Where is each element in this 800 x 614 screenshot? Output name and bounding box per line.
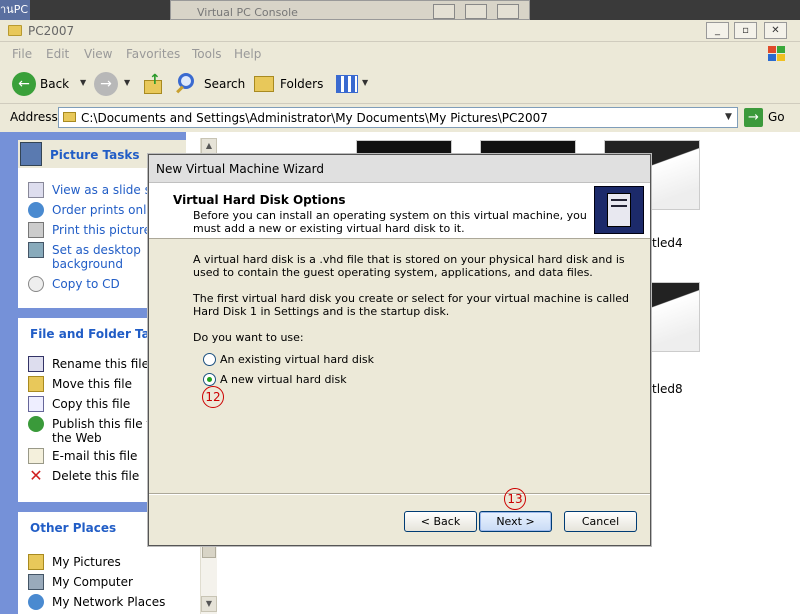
menu-file[interactable]: File: [12, 47, 32, 61]
go-label: Go: [768, 110, 785, 124]
wizard-heading: Virtual Hard Disk Options: [173, 193, 346, 207]
go-arrow-icon: →: [744, 108, 763, 127]
printer-icon: [28, 222, 44, 238]
other-places-title: Other Places: [30, 521, 117, 535]
go-button[interactable]: → Go: [744, 107, 794, 128]
forward-button[interactable]: → ▼: [92, 72, 136, 96]
step-callout-13: 13: [504, 488, 526, 510]
console-window: Virtual PC Console: [170, 0, 530, 20]
cd-icon: [28, 276, 44, 292]
wizard-header: Virtual Hard Disk Options Before you can…: [149, 183, 650, 239]
toolbar: ← Back ▼ → ▼ ↑ Search Folders ▼: [0, 64, 800, 104]
picture-tasks-title: Picture Tasks: [50, 148, 140, 162]
folders-button[interactable]: Folders: [252, 72, 324, 96]
my-computer-icon: [28, 574, 44, 590]
folders-icon: [254, 76, 274, 92]
search-button[interactable]: Search: [176, 72, 246, 96]
thumbnail-caption: tled4: [652, 236, 683, 250]
wizard-titlebar: New Virtual Machine Wizard: [149, 155, 650, 183]
hard-disk-icon: [594, 186, 644, 234]
address-value: C:\Documents and Settings\Administrator\…: [81, 111, 548, 125]
forward-dropdown-icon[interactable]: ▼: [124, 78, 130, 87]
views-dropdown-icon: ▼: [362, 78, 369, 87]
search-label: Search: [204, 77, 246, 91]
forward-arrow-icon: →: [94, 72, 118, 96]
back-arrow-icon: ←: [12, 72, 36, 96]
menu-tools[interactable]: Tools: [192, 47, 222, 61]
address-folder-icon: [63, 112, 76, 122]
back-label: Back: [40, 77, 70, 91]
close-button[interactable]: ✕: [764, 22, 787, 39]
folders-label: Folders: [280, 77, 324, 91]
menu-edit[interactable]: Edit: [46, 47, 69, 61]
views-icon: [336, 75, 358, 93]
email-icon: [28, 448, 44, 464]
globe-icon: [28, 202, 44, 218]
wizard-dialog: New Virtual Machine Wizard Virtual Hard …: [148, 154, 651, 546]
description-paragraph: A virtual hard disk is a .vhd file that …: [193, 253, 625, 279]
move-icon: [28, 376, 44, 392]
desktop-icon: [28, 242, 44, 258]
radio-button[interactable]: [203, 353, 216, 366]
wizard-body: A virtual hard disk is a .vhd file that …: [149, 239, 650, 501]
console-title: Virtual PC Console: [197, 6, 298, 19]
my-pictures-icon: [28, 554, 44, 570]
views-button[interactable]: ▼: [334, 72, 370, 96]
console-minimize-button[interactable]: [433, 4, 455, 19]
background-window-title: านPC: [0, 0, 30, 20]
window-title: PC2007: [28, 24, 75, 38]
wizard-separator: [149, 493, 650, 495]
menu-bar: File Edit View Favorites Tools Help: [0, 42, 800, 64]
menu-help[interactable]: Help: [234, 47, 261, 61]
step-callout-12: 12: [202, 386, 224, 408]
back-button[interactable]: < Back: [404, 511, 477, 532]
back-dropdown-icon[interactable]: ▼: [80, 78, 86, 87]
address-dropdown-icon[interactable]: ▼: [721, 109, 736, 126]
next-button[interactable]: Next >: [479, 511, 552, 532]
thumbnail-caption: tled8: [652, 382, 683, 396]
rename-icon: [28, 356, 44, 372]
copy-icon: [28, 396, 44, 412]
description-paragraph: The first virtual hard disk you create o…: [193, 292, 630, 318]
file-folder-tasks-title: File and Folder Task: [30, 327, 165, 341]
explorer-titlebar: PC2007 _ ▫ ✕: [0, 20, 800, 42]
picture-tasks-icon: [20, 142, 42, 166]
windows-flag-icon: [766, 44, 786, 62]
address-bar: Address C:\Documents and Settings\Admini…: [0, 106, 800, 130]
minimize-button[interactable]: _: [706, 22, 729, 39]
folder-icon: [8, 25, 22, 36]
console-close-button[interactable]: [497, 4, 519, 19]
maximize-button[interactable]: ▫: [734, 22, 757, 39]
question-label: Do you want to use:: [193, 331, 304, 344]
wizard-title: New Virtual Machine Wizard: [156, 162, 324, 176]
back-button[interactable]: ← Back ▼: [10, 72, 90, 96]
menu-favorites[interactable]: Favorites: [126, 47, 180, 61]
console-maximize-button[interactable]: [465, 4, 487, 19]
cancel-button[interactable]: Cancel: [564, 511, 637, 532]
wizard-subheading: Before you can install an operating syst…: [193, 209, 587, 235]
publish-globe-icon: [28, 416, 44, 432]
address-label: Address: [10, 110, 58, 124]
slideshow-icon: [28, 182, 44, 198]
delete-icon: ✕: [29, 466, 43, 485]
network-icon: [28, 594, 44, 610]
radio-button-selected[interactable]: [203, 373, 216, 386]
up-folder-button[interactable]: ↑: [142, 72, 166, 96]
scroll-down-icon[interactable]: ▼: [201, 596, 217, 612]
scroll-up-icon[interactable]: ▲: [201, 138, 217, 154]
address-input[interactable]: C:\Documents and Settings\Administrator\…: [58, 107, 738, 128]
menu-view[interactable]: View: [84, 47, 112, 61]
